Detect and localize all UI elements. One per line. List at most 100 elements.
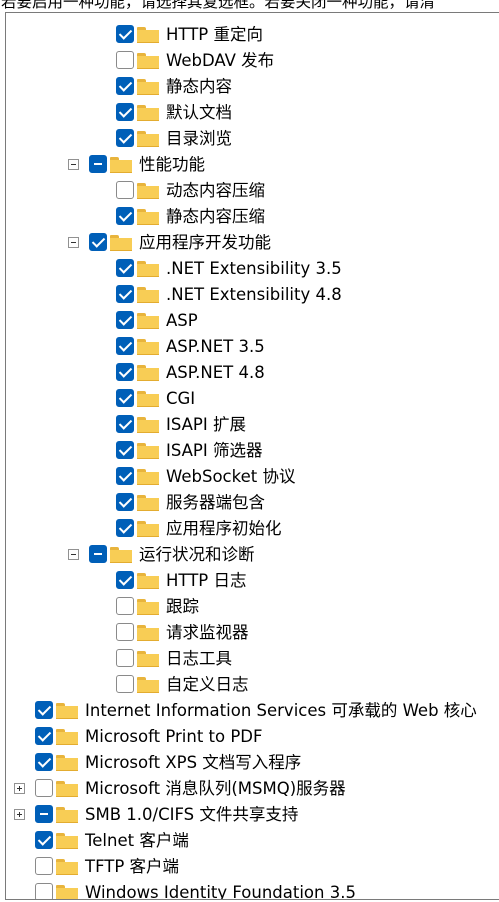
feature-label: ASP <box>166 311 198 330</box>
feature-checkbox[interactable] <box>35 805 53 823</box>
collapse-icon[interactable] <box>68 159 79 170</box>
tree-item[interactable]: CGI <box>6 386 499 412</box>
feature-checkbox[interactable] <box>116 363 134 381</box>
feature-label: .NET Extensibility 4.8 <box>166 285 342 304</box>
tree-item[interactable]: ISAPI 扩展 <box>6 412 499 438</box>
tree-item[interactable]: WebDAV 发布 <box>6 48 499 74</box>
feature-checkbox[interactable] <box>116 181 134 199</box>
expand-icon[interactable] <box>14 809 25 820</box>
tree-item[interactable]: Microsoft Print to PDF <box>6 724 499 750</box>
folder-icon <box>137 443 159 459</box>
feature-checkbox[interactable] <box>116 285 134 303</box>
tree-item[interactable]: 静态内容 <box>6 74 499 100</box>
folder-icon <box>137 651 159 667</box>
folder-icon <box>56 781 78 797</box>
tree-item[interactable]: 请求监视器 <box>6 620 499 646</box>
feature-checkbox[interactable] <box>116 25 134 43</box>
tree-item[interactable]: SMB 1.0/CIFS 文件共享支持 <box>6 802 499 828</box>
feature-checkbox[interactable] <box>35 779 53 797</box>
feature-checkbox[interactable] <box>116 493 134 511</box>
folder-icon <box>56 859 78 875</box>
feature-checkbox[interactable] <box>116 519 134 537</box>
feature-label: 请求监视器 <box>166 623 249 642</box>
feature-checkbox[interactable] <box>35 857 53 875</box>
folder-icon <box>56 755 78 771</box>
tree-item[interactable]: Windows Identity Foundation 3.5 <box>6 880 499 899</box>
tree-item[interactable]: 运行状况和诊断 <box>6 542 499 568</box>
feature-label: ISAPI 筛选器 <box>166 441 263 460</box>
feature-checkbox[interactable] <box>35 701 53 719</box>
folder-icon <box>56 729 78 745</box>
feature-label: Internet Information Services 可承载的 Web 核… <box>85 701 477 720</box>
tree-item[interactable]: 静态内容压缩 <box>6 204 499 230</box>
folder-icon <box>137 677 159 693</box>
feature-checkbox[interactable] <box>116 259 134 277</box>
feature-checkbox[interactable] <box>116 207 134 225</box>
tree-item[interactable]: TFTP 客户端 <box>6 854 499 880</box>
feature-checkbox[interactable] <box>116 467 134 485</box>
feature-checkbox[interactable] <box>116 441 134 459</box>
tree-item[interactable]: Microsoft 消息队列(MSMQ)服务器 <box>6 776 499 802</box>
folder-icon <box>56 807 78 823</box>
feature-checkbox[interactable] <box>35 727 53 745</box>
feature-checkbox[interactable] <box>116 77 134 95</box>
feature-checkbox[interactable] <box>89 233 107 251</box>
feature-label: 目录浏览 <box>166 129 232 148</box>
feature-label: 应用程序开发功能 <box>139 233 271 252</box>
tree-item[interactable]: 服务器端包含 <box>6 490 499 516</box>
folder-icon <box>137 469 159 485</box>
folder-icon <box>137 573 159 589</box>
feature-checkbox[interactable] <box>116 415 134 433</box>
tree-item[interactable]: Microsoft XPS 文档写入程序 <box>6 750 499 776</box>
tree-item[interactable]: HTTP 重定向 <box>6 22 499 48</box>
feature-label: WebDAV 发布 <box>166 51 275 70</box>
feature-checkbox[interactable] <box>89 545 107 563</box>
feature-label: 默认文档 <box>166 103 232 122</box>
tree-item[interactable]: 性能功能 <box>6 152 499 178</box>
tree-item[interactable]: WebSocket 协议 <box>6 464 499 490</box>
feature-checkbox[interactable] <box>116 597 134 615</box>
tree-item[interactable]: .NET Extensibility 4.8 <box>6 282 499 308</box>
tree-item[interactable]: Internet Information Services 可承载的 Web 核… <box>6 698 499 724</box>
feature-checkbox[interactable] <box>35 831 53 849</box>
tree-item[interactable]: ASP.NET 3.5 <box>6 334 499 360</box>
tree-item[interactable]: 默认文档 <box>6 100 499 126</box>
feature-checkbox[interactable] <box>35 753 53 771</box>
feature-checkbox[interactable] <box>89 155 107 173</box>
feature-checkbox[interactable] <box>35 883 53 899</box>
feature-label: SMB 1.0/CIFS 文件共享支持 <box>85 805 299 824</box>
tree-item[interactable]: 自定义日志 <box>6 672 499 698</box>
feature-checkbox[interactable] <box>116 623 134 641</box>
tree-item[interactable]: .NET Extensibility 3.5 <box>6 256 499 282</box>
folder-icon <box>137 391 159 407</box>
feature-checkbox[interactable] <box>116 129 134 147</box>
tree-item[interactable]: 动态内容压缩 <box>6 178 499 204</box>
feature-checkbox[interactable] <box>116 649 134 667</box>
collapse-icon[interactable] <box>68 237 79 248</box>
feature-label: 运行状况和诊断 <box>139 545 255 564</box>
tree-item[interactable]: HTTP 日志 <box>6 568 499 594</box>
features-tree[interactable]: HTTP 重定向 WebDAV 发布静态内容默认文档目录浏览性能功能 动态内容压缩静… <box>5 12 499 900</box>
tree-item[interactable]: 应用程序初始化 <box>6 516 499 542</box>
feature-label: ISAPI 扩展 <box>166 415 246 434</box>
collapse-icon[interactable] <box>68 549 79 560</box>
expand-icon[interactable] <box>14 783 25 794</box>
tree-item[interactable]: ASP.NET 4.8 <box>6 360 499 386</box>
tree-item[interactable]: 日志工具 <box>6 646 499 672</box>
tree-item[interactable]: 目录浏览 <box>6 126 499 152</box>
feature-checkbox[interactable] <box>116 571 134 589</box>
tree-item[interactable]: 应用程序开发功能 <box>6 230 499 256</box>
feature-label: CGI <box>166 389 196 408</box>
feature-label: ASP.NET 3.5 <box>166 337 265 356</box>
folder-icon <box>137 365 159 381</box>
feature-checkbox[interactable] <box>116 389 134 407</box>
feature-checkbox[interactable] <box>116 675 134 693</box>
feature-checkbox[interactable] <box>116 51 134 69</box>
feature-checkbox[interactable] <box>116 337 134 355</box>
tree-item[interactable]: Telnet 客户端 <box>6 828 499 854</box>
feature-checkbox[interactable] <box>116 103 134 121</box>
tree-item[interactable]: ASP <box>6 308 499 334</box>
feature-checkbox[interactable] <box>116 311 134 329</box>
tree-item[interactable]: 跟踪 <box>6 594 499 620</box>
tree-item[interactable]: ISAPI 筛选器 <box>6 438 499 464</box>
